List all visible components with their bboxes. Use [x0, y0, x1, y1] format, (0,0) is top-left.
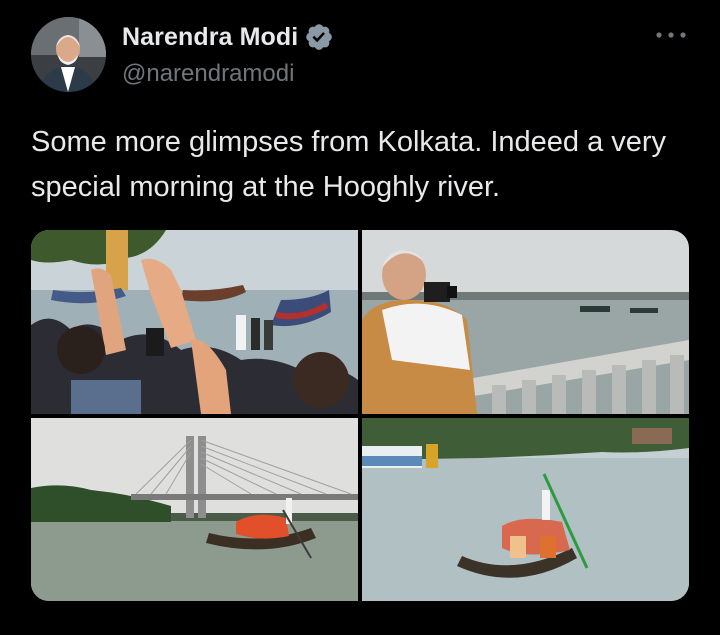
photo-boat-passengers: [362, 418, 689, 601]
author-name-row[interactable]: Narendra Modi: [122, 22, 334, 52]
photo-photographer-railing: [362, 230, 689, 414]
avatar-image: [31, 17, 106, 92]
author-handle[interactable]: @narendramodi: [122, 60, 294, 88]
tweet-text: Some more glimpses from Kolkata. Indeed …: [31, 126, 667, 203]
media-grid: [31, 230, 689, 601]
photo-crowd-boats: [31, 230, 358, 414]
verified-badge-icon: [306, 24, 333, 50]
photo-4[interactable]: [362, 418, 689, 601]
photo-3[interactable]: [31, 418, 358, 601]
photo-1[interactable]: [31, 230, 358, 414]
photo-2[interactable]: [362, 230, 689, 414]
more-options-icon[interactable]: [653, 24, 689, 46]
tweet-card: Narendra Modi @narendramodi Some more gl…: [0, 0, 720, 635]
avatar[interactable]: [31, 17, 106, 92]
author-display-name[interactable]: Narendra Modi: [122, 23, 298, 52]
photo-bridge-boat: [31, 418, 358, 601]
